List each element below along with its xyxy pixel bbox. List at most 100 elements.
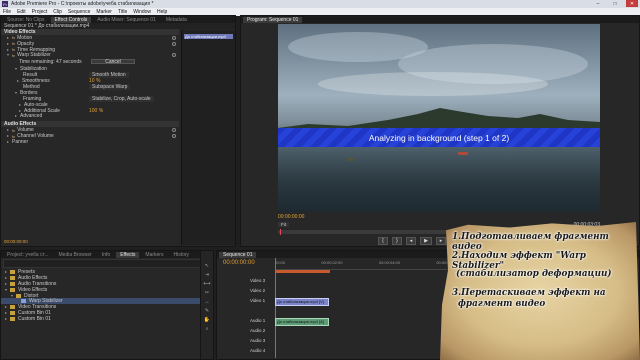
- program-monitor-tabs: Program: Sequence 01: [241, 16, 639, 23]
- fx-icon[interactable]: fx: [12, 53, 15, 58]
- tab-effect-controls[interactable]: Effect Controls: [50, 16, 92, 23]
- expand-triangle-icon[interactable]: [5, 270, 7, 273]
- ripple-edit-tool-icon[interactable]: ⟷: [203, 281, 210, 287]
- analysis-status-row: Time remaining: 47 seconds Cancel: [1, 58, 179, 66]
- tab-metadata[interactable]: Metadata: [162, 17, 191, 23]
- audio-clip[interactable]: До стабилизации.mp4 [A]: [275, 318, 329, 326]
- instruction-step-1: 1.Подготавливаем фрагмент видео: [452, 232, 609, 252]
- tab-source[interactable]: Source: No Clips: [3, 17, 49, 23]
- track-audio-2[interactable]: Audio 2: [250, 328, 265, 333]
- expand-triangle-icon[interactable]: [7, 36, 9, 39]
- expand-triangle-icon[interactable]: [17, 80, 19, 83]
- mark-out-icon[interactable]: }: [392, 237, 402, 245]
- time-remaining-label: Time remaining: 47 seconds: [19, 59, 82, 66]
- expand-triangle-icon[interactable]: [19, 103, 21, 106]
- tab-effects[interactable]: Effects: [116, 251, 140, 258]
- step-forward-icon[interactable]: ▸: [436, 237, 446, 245]
- instructions-parchment: 1.Подготавливаем фрагмент видео 2.Находи…: [440, 222, 640, 360]
- fx-icon[interactable]: fx: [12, 134, 15, 139]
- mini-timeline-clip[interactable]: До стабилизации.mp4: [184, 34, 233, 39]
- selection-tool-icon[interactable]: ↖: [205, 263, 209, 269]
- collapse-triangle-icon[interactable]: [11, 294, 13, 297]
- work-area-bar[interactable]: [275, 270, 330, 273]
- collapse-triangle-icon[interactable]: [7, 54, 9, 57]
- razor-tool-icon[interactable]: ✂: [205, 290, 209, 296]
- folder-icon: [10, 305, 15, 310]
- minimize-icon[interactable]: –: [592, 0, 604, 7]
- track-audio-3[interactable]: Audio 3: [250, 338, 265, 343]
- track-video-1[interactable]: Video 1: [250, 298, 265, 303]
- cancel-button[interactable]: Cancel: [91, 59, 135, 65]
- advanced-row[interactable]: Advanced: [1, 113, 179, 119]
- track-select-tool-icon[interactable]: ⇥: [205, 272, 209, 278]
- pen-tool-icon[interactable]: ✎: [205, 308, 209, 314]
- mark-in-icon[interactable]: {: [378, 237, 388, 245]
- expand-triangle-icon[interactable]: [19, 109, 21, 112]
- zoom-dropdown[interactable]: Fit: [278, 222, 289, 227]
- effect-panner-label: Panner: [12, 138, 29, 145]
- timeline-timecode[interactable]: 00:00:00:00: [223, 260, 255, 266]
- tab-info[interactable]: Info: [98, 252, 114, 258]
- project-panel: Project: учеба ст... Media Browser Info …: [0, 250, 214, 360]
- fx-icon[interactable]: fx: [12, 41, 15, 46]
- folder-icon: [10, 275, 15, 280]
- tab-media-browser[interactable]: Media Browser: [55, 252, 96, 258]
- tree-item-custom-bin[interactable]: Custom Bin 01: [1, 316, 213, 322]
- expand-triangle-icon[interactable]: [5, 312, 7, 315]
- effect-icon: [21, 299, 26, 304]
- hand-tool-icon[interactable]: ✋: [204, 317, 210, 323]
- track-video-3[interactable]: Video 3: [250, 278, 265, 283]
- folder-icon: [10, 287, 15, 292]
- fx-icon[interactable]: fx: [12, 128, 15, 133]
- program-timecode-current[interactable]: 00:00:00:00: [278, 214, 304, 220]
- effect-controls-tabs: Source: No Clips Effect Controls Audio M…: [1, 16, 235, 23]
- video-clip[interactable]: До стабилизации.mp4 [V]: [275, 298, 329, 306]
- fx-icon[interactable]: fx: [12, 47, 15, 52]
- maximize-icon[interactable]: □: [609, 0, 621, 7]
- play-icon[interactable]: ▶: [420, 237, 432, 245]
- mini-timeline: До стабилизации.mp4: [181, 30, 235, 245]
- expand-triangle-icon[interactable]: [7, 48, 9, 51]
- reset-icon[interactable]: [172, 128, 176, 133]
- cloud-shape: [318, 72, 548, 96]
- expand-triangle-icon[interactable]: [5, 276, 7, 279]
- effects-search-input[interactable]: [3, 259, 211, 268]
- tab-audio-mixer[interactable]: Audio Mixer: Sequence 01: [93, 17, 160, 23]
- ruler-tick: 00:00:02:00: [321, 260, 343, 265]
- step-back-icon[interactable]: ◂: [406, 237, 416, 245]
- collapse-triangle-icon[interactable]: [15, 68, 17, 71]
- track-audio-4[interactable]: Audio 4: [250, 348, 265, 353]
- expand-triangle-icon[interactable]: [5, 306, 7, 309]
- program-playhead[interactable]: [280, 229, 281, 235]
- tab-sequence[interactable]: Sequence 01: [219, 251, 257, 258]
- slip-tool-icon[interactable]: ↔: [205, 299, 210, 305]
- tab-project[interactable]: Project: учеба ст...: [3, 252, 53, 258]
- instruction-step-2: 2.Находим эффект "Warp Stabilizer": [452, 251, 586, 271]
- collapse-triangle-icon[interactable]: [15, 91, 17, 94]
- track-audio-1[interactable]: Audio 1: [250, 318, 265, 323]
- tab-program[interactable]: Program: Sequence 01: [243, 16, 303, 23]
- effect-controls-timecode[interactable]: 00:00:00:00: [4, 239, 28, 244]
- expand-triangle-icon[interactable]: [7, 140, 9, 143]
- effect-panner-row[interactable]: Panner: [1, 139, 179, 145]
- reset-icon[interactable]: [172, 134, 176, 139]
- fx-icon[interactable]: fx: [12, 35, 15, 40]
- tab-markers[interactable]: Markers: [141, 252, 167, 258]
- close-icon[interactable]: ✕: [626, 0, 638, 7]
- reset-icon[interactable]: [172, 53, 176, 58]
- window-title: Adobe Premiere Pro - C:\проекты adobe\уч…: [11, 1, 154, 7]
- reset-icon[interactable]: [172, 35, 176, 40]
- track-video-2[interactable]: Video 2: [250, 288, 265, 293]
- expand-triangle-icon[interactable]: [5, 282, 7, 285]
- expand-triangle-icon[interactable]: [5, 318, 7, 321]
- expand-triangle-icon[interactable]: [7, 135, 9, 138]
- expand-triangle-icon[interactable]: [7, 129, 9, 132]
- reset-icon[interactable]: [172, 41, 176, 46]
- expand-triangle-icon[interactable]: [7, 42, 9, 45]
- timeline-playhead[interactable]: [275, 258, 276, 358]
- collapse-triangle-icon[interactable]: [5, 288, 7, 291]
- tab-history[interactable]: History: [169, 252, 193, 258]
- window-controls: – □ ✕: [592, 0, 638, 7]
- expand-triangle-icon[interactable]: [15, 115, 17, 118]
- zoom-tool-icon[interactable]: ⌕: [206, 326, 209, 332]
